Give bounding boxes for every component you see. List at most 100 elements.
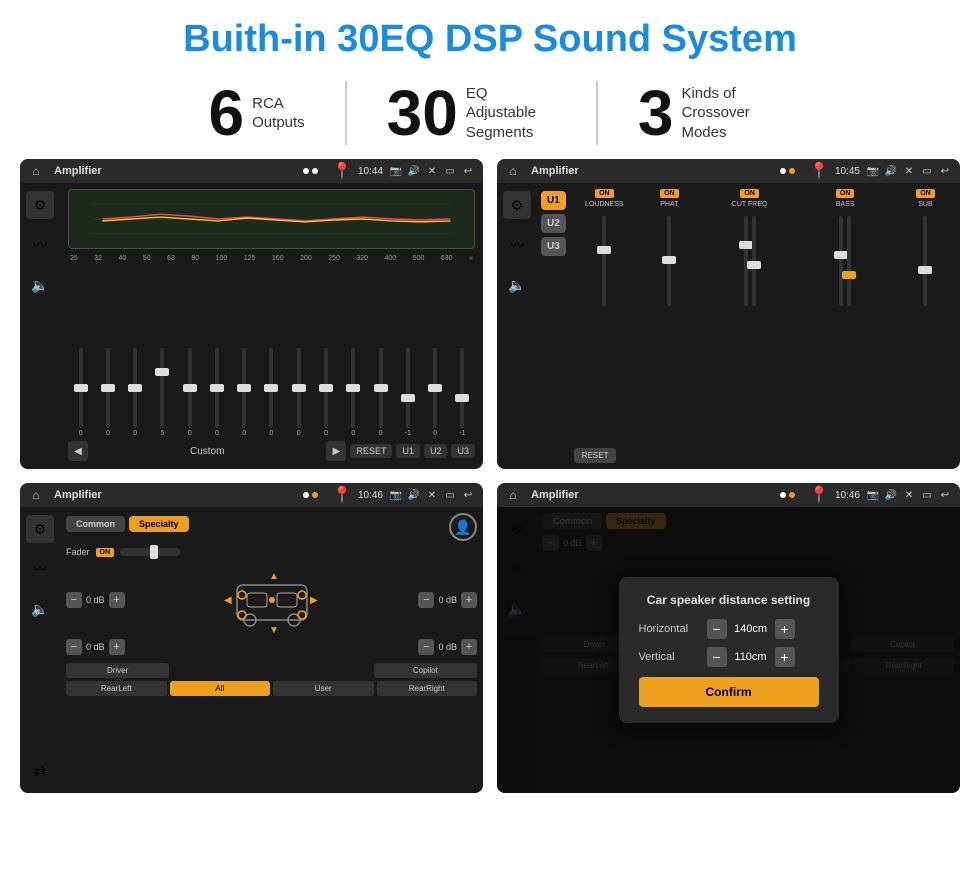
close-icon-1[interactable]: ✕ (425, 164, 439, 178)
fader-slider[interactable] (120, 548, 180, 556)
amp-reset-btn[interactable]: RESET (574, 448, 617, 463)
amp-wave-icon[interactable]: 〰 (503, 231, 531, 259)
home-icon-3[interactable]: ⌂ (28, 487, 44, 503)
fader-thumb[interactable] (150, 545, 158, 559)
eq-u3-btn[interactable]: U3 (451, 444, 475, 458)
cutfreq-on[interactable]: ON (740, 189, 759, 198)
slider-track-6[interactable] (215, 348, 219, 428)
u3-btn[interactable]: U3 (541, 237, 566, 256)
copilot-btn[interactable]: Copilot (374, 663, 477, 678)
slider-thumb-14[interactable] (428, 384, 442, 392)
home-icon-2[interactable]: ⌂ (505, 163, 521, 179)
slider-thumb-10[interactable] (319, 384, 333, 392)
slider-track-10[interactable] (324, 348, 328, 428)
fader-on-badge[interactable]: ON (96, 548, 115, 557)
camera-icon-3[interactable]: 📷 (389, 488, 403, 502)
slider-thumb-13[interactable] (401, 394, 415, 402)
slider-track-7[interactable] (242, 348, 246, 428)
slider-track-3[interactable] (133, 348, 137, 428)
volume-icon-4[interactable]: 🔊 (884, 488, 898, 502)
volume-icon-1[interactable]: 🔊 (407, 164, 421, 178)
amp-eq-icon[interactable]: ⚙ (503, 191, 531, 219)
confirm-button[interactable]: Confirm (639, 677, 819, 707)
loudness-on[interactable]: ON (595, 189, 614, 198)
wave-icon[interactable]: 〰 (26, 231, 54, 259)
db-minus-rr[interactable]: − (418, 639, 434, 655)
sub-on[interactable]: ON (916, 189, 935, 198)
slider-thumb-1[interactable] (74, 384, 88, 392)
tab-common[interactable]: Common (66, 516, 125, 532)
db-minus-fl[interactable]: − (66, 592, 82, 608)
home-icon-1[interactable]: ⌂ (28, 163, 44, 179)
slider-thumb-3[interactable] (128, 384, 142, 392)
bass-on[interactable]: ON (836, 189, 855, 198)
horizontal-minus[interactable]: − (707, 619, 727, 639)
eq-u1-btn[interactable]: U1 (396, 444, 420, 458)
wave-icon-3[interactable]: 〰 (26, 555, 54, 583)
volume-icon-2[interactable]: 🔊 (884, 164, 898, 178)
loudness-slider[interactable] (597, 246, 611, 254)
user-btn[interactable]: User (273, 681, 374, 696)
slider-thumb-5[interactable] (183, 384, 197, 392)
phat-slider[interactable] (662, 256, 676, 264)
arrows-icon-3[interactable]: ⇄ (26, 757, 54, 785)
phat-on[interactable]: ON (660, 189, 679, 198)
window-icon-1[interactable]: ▭ (443, 164, 457, 178)
cutfreq-slider-f[interactable] (739, 241, 753, 249)
slider-track-14[interactable] (433, 348, 437, 428)
eq-prev-btn[interactable]: ◀ (68, 441, 88, 461)
db-plus-fl[interactable]: + (109, 592, 125, 608)
slider-thumb-15[interactable] (455, 394, 469, 402)
speaker-icon[interactable]: 🔈 (26, 271, 54, 299)
slider-track-4[interactable] (160, 348, 164, 428)
close-icon-4[interactable]: ✕ (902, 488, 916, 502)
slider-track-15[interactable] (460, 348, 464, 428)
slider-track-2[interactable] (106, 348, 110, 428)
slider-thumb-8[interactable] (264, 384, 278, 392)
tab-specialty[interactable]: Specialty (129, 516, 189, 532)
eq-next-btn[interactable]: ▶ (326, 441, 346, 461)
camera-icon-2[interactable]: 📷 (866, 164, 880, 178)
home-icon-4[interactable]: ⌂ (505, 487, 521, 503)
vertical-plus[interactable]: + (775, 647, 795, 667)
db-plus-rr[interactable]: + (461, 639, 477, 655)
camera-icon-1[interactable]: 📷 (389, 164, 403, 178)
slider-track-1[interactable] (79, 348, 83, 428)
db-plus-fr[interactable]: + (461, 592, 477, 608)
slider-thumb-6[interactable] (210, 384, 224, 392)
sub-slider[interactable] (918, 266, 932, 274)
slider-thumb-2[interactable] (101, 384, 115, 392)
eq-reset-btn[interactable]: RESET (350, 444, 392, 458)
db-plus-rl[interactable]: + (109, 639, 125, 655)
close-icon-3[interactable]: ✕ (425, 488, 439, 502)
rearright-btn[interactable]: RearRight (377, 681, 478, 696)
slider-thumb-7[interactable] (237, 384, 251, 392)
horizontal-plus[interactable]: + (775, 619, 795, 639)
speaker-icon-3[interactable]: 🔈 (26, 595, 54, 623)
slider-track-9[interactable] (297, 348, 301, 428)
slider-track-11[interactable] (351, 348, 355, 428)
back-icon-1[interactable]: ↩ (461, 164, 475, 178)
window-icon-3[interactable]: ▭ (443, 488, 457, 502)
profile-icon-3[interactable]: 👤 (449, 513, 477, 541)
back-icon-2[interactable]: ↩ (938, 164, 952, 178)
bass-slider-g[interactable] (842, 271, 856, 279)
rearleft-btn[interactable]: RearLeft (66, 681, 167, 696)
u1-btn[interactable]: U1 (541, 191, 566, 210)
window-icon-4[interactable]: ▭ (920, 488, 934, 502)
all-btn[interactable]: All (170, 681, 271, 696)
slider-track-5[interactable] (188, 348, 192, 428)
u2-btn[interactable]: U2 (541, 214, 566, 233)
back-icon-3[interactable]: ↩ (461, 488, 475, 502)
window-icon-2[interactable]: ▭ (920, 164, 934, 178)
camera-icon-4[interactable]: 📷 (866, 488, 880, 502)
slider-thumb-11[interactable] (346, 384, 360, 392)
cutfreq-slider-g[interactable] (747, 261, 761, 269)
slider-track-8[interactable] (269, 348, 273, 428)
slider-thumb-4[interactable] (155, 368, 169, 376)
eq-icon-3[interactable]: ⚙ (26, 515, 54, 543)
amp-speaker-icon[interactable]: 🔈 (503, 271, 531, 299)
db-minus-fr[interactable]: − (418, 592, 434, 608)
eq-u2-btn[interactable]: U2 (424, 444, 448, 458)
slider-track-13[interactable] (406, 348, 410, 428)
